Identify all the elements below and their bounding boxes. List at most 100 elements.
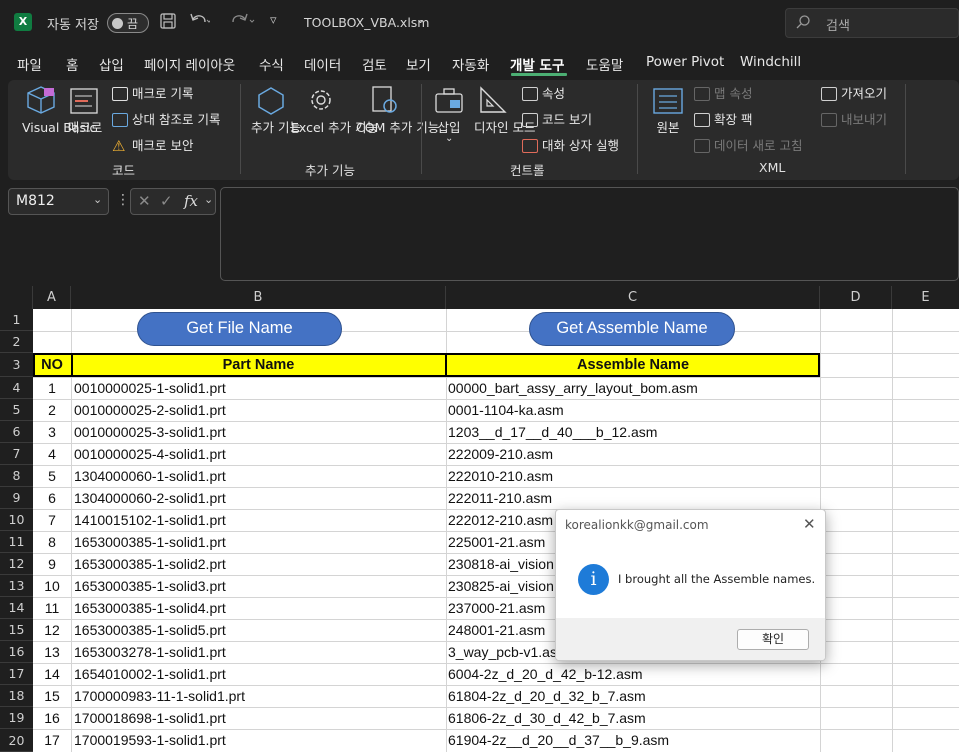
autosave-toggle[interactable]: 끔 (107, 13, 149, 33)
relative-reference-button[interactable]: 상대 참조로 기록 (132, 112, 220, 128)
column-header-d[interactable]: D (820, 286, 892, 309)
cell-part-name[interactable]: 1653000385-1-solid3.prt (74, 575, 444, 597)
get-assemble-name-button[interactable]: Get Assemble Name (529, 312, 735, 346)
row-header[interactable]: 3 (0, 353, 33, 377)
record-macro-button[interactable]: 매크로 기록 (132, 86, 193, 102)
name-box-chevron-down-icon[interactable]: ⌄ (93, 193, 102, 206)
cell-no[interactable]: 6 (33, 487, 71, 509)
insert-function-icon[interactable]: fx (184, 192, 198, 210)
search-box[interactable]: 검색 (785, 8, 959, 38)
refresh-data-button[interactable]: 데이터 새로 고침 (714, 138, 802, 154)
design-mode-button[interactable]: 디자인 모드 (474, 120, 535, 136)
com-addins-button[interactable]: COM 추가 기능 (356, 120, 439, 136)
tab-developer[interactable]: 개발 도구 (510, 54, 564, 74)
cell-assemble-name[interactable]: 61806-2z_d_30_d_42_b_7.asm (448, 707, 818, 729)
tab-formulas[interactable]: 수식 (259, 54, 284, 74)
cell-part-name[interactable]: 1653000385-1-solid2.prt (74, 553, 444, 575)
properties-button[interactable]: 속성 (542, 86, 565, 102)
export-button[interactable]: 내보내기 (841, 112, 887, 128)
row-header[interactable]: 10 (0, 509, 33, 531)
cell-part-name[interactable]: 1700000983-11-1-solid1.prt (74, 685, 444, 707)
cell-no[interactable]: 5 (33, 465, 71, 487)
cell-no[interactable]: 14 (33, 663, 71, 685)
cell-assemble-name[interactable]: 00000_bart_assy_arry_layout_bom.asm (448, 377, 818, 399)
cell-part-name[interactable]: 0010000025-3-solid1.prt (74, 421, 444, 443)
fx-chevron-down-icon[interactable]: ⌄ (204, 193, 213, 206)
customize-toolbar-icon[interactable]: ▿ (270, 13, 277, 28)
redo-icon[interactable] (228, 11, 258, 35)
cell-assemble-name[interactable]: 61804-2z_d_20_d_32_b_7.asm (448, 685, 818, 707)
cell-no[interactable]: 9 (33, 553, 71, 575)
tab-view[interactable]: 보기 (406, 54, 431, 74)
name-box[interactable]: M812 ⌄ (8, 188, 109, 215)
save-icon[interactable] (159, 12, 177, 34)
cell-assemble-name[interactable]: 61904-2z__d_20__d_37__b_9.asm (448, 729, 818, 751)
cell-no[interactable]: 1 (33, 377, 71, 399)
cell-no[interactable]: 2 (33, 399, 71, 421)
cell-part-name[interactable]: 1653000385-1-solid1.prt (74, 531, 444, 553)
cell-part-name[interactable]: 1654010002-1-solid1.prt (74, 663, 444, 685)
xml-source-button[interactable]: 원본 (651, 120, 685, 136)
cell-no[interactable]: 11 (33, 597, 71, 619)
cell-part-name[interactable]: 1304000060-2-solid1.prt (74, 487, 444, 509)
expansion-packs-button[interactable]: 확장 팩 (714, 112, 752, 128)
column-header-e[interactable]: E (892, 286, 959, 309)
macros-button[interactable]: 매크로 (64, 120, 106, 136)
row-header[interactable]: 15 (0, 619, 33, 641)
cell-assemble-name[interactable]: 222009-210.asm (448, 443, 818, 465)
tab-home[interactable]: 홈 (66, 54, 78, 74)
select-all-corner[interactable] (0, 286, 33, 309)
row-header[interactable]: 8 (0, 465, 33, 487)
formula-input[interactable] (220, 187, 959, 281)
get-file-name-button[interactable]: Get File Name (137, 312, 342, 346)
row-header[interactable]: 11 (0, 531, 33, 553)
row-header[interactable]: 2 (0, 331, 33, 353)
tab-help[interactable]: 도움말 (586, 54, 623, 74)
excel-addins-button[interactable]: Excel 추가 기능 (291, 120, 378, 136)
row-header[interactable]: 4 (0, 377, 33, 399)
row-header[interactable]: 16 (0, 641, 33, 663)
cell-no[interactable]: 12 (33, 619, 71, 641)
cell-part-name[interactable]: 1653000385-1-solid4.prt (74, 597, 444, 619)
cell-no[interactable]: 3 (33, 421, 71, 443)
visual-basic-button[interactable]: Visual Basic (22, 120, 96, 136)
filename-chevron-down-icon[interactable]: ⌄ (416, 13, 425, 26)
row-header[interactable]: 20 (0, 729, 33, 752)
row-header[interactable]: 9 (0, 487, 33, 509)
cancel-icon[interactable]: ✕ (138, 192, 151, 210)
ok-button[interactable]: 확인 (737, 629, 809, 650)
cell-part-name[interactable]: 1304000060-1-solid1.prt (74, 465, 444, 487)
cell-part-name[interactable]: 0010000025-4-solid1.prt (74, 443, 444, 465)
cell-no[interactable]: 4 (33, 443, 71, 465)
row-header[interactable]: 19 (0, 707, 33, 729)
header-assemble-name[interactable]: Assemble Name (446, 354, 820, 376)
column-header-b[interactable]: B (71, 286, 446, 309)
header-part-name[interactable]: Part Name (71, 354, 446, 376)
cell-assemble-name[interactable]: 222010-210.asm (448, 465, 818, 487)
undo-icon[interactable] (188, 11, 212, 35)
tab-power-pivot[interactable]: Power Pivot (646, 54, 724, 70)
close-icon[interactable]: ✕ (803, 515, 816, 533)
cell-no[interactable]: 16 (33, 707, 71, 729)
tab-file[interactable]: 파일 (17, 54, 42, 74)
cell-assemble-name[interactable]: 0001-1104-ka.asm (448, 399, 818, 421)
cell-assemble-name[interactable]: 6004-2z_d_20_d_42_b-12.asm (448, 663, 818, 685)
row-header[interactable]: 7 (0, 443, 33, 465)
row-header[interactable]: 12 (0, 553, 33, 575)
cell-part-name[interactable]: 0010000025-1-solid1.prt (74, 377, 444, 399)
enter-check-icon[interactable]: ✓ (160, 192, 173, 210)
tab-data[interactable]: 데이터 (304, 54, 341, 74)
more-options-icon[interactable]: ⋮ (116, 192, 130, 208)
column-header-a[interactable]: A (33, 286, 71, 309)
cell-no[interactable]: 17 (33, 729, 71, 751)
header-no[interactable]: NO (33, 354, 71, 376)
tab-automate[interactable]: 자동화 (452, 54, 489, 74)
row-header[interactable]: 6 (0, 421, 33, 443)
row-header[interactable]: 13 (0, 575, 33, 597)
cell-part-name[interactable]: 1700019593-1-solid1.prt (74, 729, 444, 751)
run-dialog-button[interactable]: 대화 상자 실행 (542, 138, 619, 154)
row-header[interactable]: 5 (0, 399, 33, 421)
cell-no[interactable]: 10 (33, 575, 71, 597)
row-header[interactable]: 18 (0, 685, 33, 707)
cell-part-name[interactable]: 1700018698-1-solid1.prt (74, 707, 444, 729)
